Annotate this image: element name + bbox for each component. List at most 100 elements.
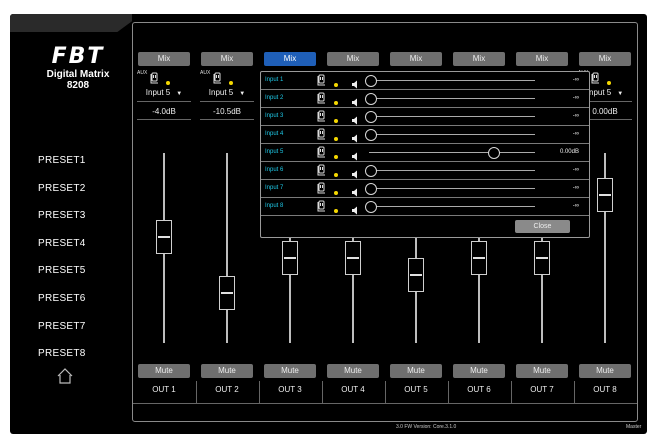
signal-indicator: [334, 83, 338, 87]
preset-item[interactable]: PRESET2: [38, 183, 86, 194]
channel-strip: Mix AUX Input 5 ▼ -4.0dB Mute OUT 1: [133, 23, 195, 421]
preset-item[interactable]: PRESET8: [38, 348, 86, 359]
fader-handle[interactable]: [345, 240, 361, 275]
channel-divider: [137, 119, 191, 120]
output-label: OUT 2: [215, 385, 239, 394]
input-name: Input 6: [265, 167, 284, 173]
plug-icon: [316, 200, 328, 219]
mix-input-row: Input 4 -∞: [261, 126, 589, 144]
fader-handle[interactable]: [156, 219, 172, 254]
fader-handle[interactable]: [282, 240, 298, 275]
column-separator: [322, 381, 323, 403]
level-slider-thumb[interactable]: [365, 183, 377, 195]
preset-item[interactable]: PRESET3: [38, 210, 86, 221]
input-name: Input 8: [265, 203, 284, 209]
fader-track: [226, 153, 228, 343]
level-value: -∞: [572, 203, 579, 209]
fader-handle[interactable]: [597, 177, 613, 212]
level-slider-track: [369, 134, 535, 135]
mute-button[interactable]: Mute: [327, 364, 379, 378]
signal-indicator: [334, 137, 338, 141]
chevron-down-icon: ▼: [176, 91, 183, 97]
speaker-icon[interactable]: [351, 202, 359, 220]
home-icon[interactable]: [56, 367, 74, 385]
level-slider-track: [369, 98, 535, 99]
chevron-down-icon: ▼: [239, 91, 246, 97]
mute-button[interactable]: Mute: [516, 364, 568, 378]
column-separator: [259, 381, 260, 403]
level-slider-thumb[interactable]: [365, 75, 377, 87]
input-select[interactable]: Input 5 ▼: [196, 88, 258, 97]
mix-button[interactable]: Mix: [327, 52, 379, 66]
mute-button[interactable]: Mute: [453, 364, 505, 378]
mute-button[interactable]: Mute: [390, 364, 442, 378]
channel-divider: [200, 119, 254, 120]
input-select[interactable]: Input 5 ▼: [133, 88, 195, 97]
signal-indicator: [334, 173, 338, 177]
app-window: FBT Digital Matrix 8208 PRESET1 PRESET2 PR…: [10, 14, 647, 434]
brand-logo-text: FBT: [51, 44, 105, 69]
level-value: -∞: [572, 113, 579, 119]
signal-indicator: [334, 155, 338, 159]
product-model: 8208: [66, 80, 90, 91]
preset-item[interactable]: PRESET5: [38, 265, 86, 276]
output-label: OUT 8: [593, 385, 617, 394]
input-select-value: Input 5: [586, 88, 612, 97]
preset-item[interactable]: PRESET7: [38, 321, 86, 332]
mix-button[interactable]: Mix: [264, 52, 316, 66]
level-slider-track: [369, 80, 535, 81]
level-slider-thumb[interactable]: [365, 165, 377, 177]
mix-button[interactable]: Mix: [201, 52, 253, 66]
level-slider-thumb[interactable]: [365, 93, 377, 105]
preset-item[interactable]: PRESET1: [38, 155, 86, 166]
fader-handle[interactable]: [408, 258, 424, 292]
level-slider-track: [369, 116, 535, 117]
mute-button[interactable]: Mute: [201, 364, 253, 378]
brand-logo: FBT Digital Matrix 8208: [38, 44, 118, 91]
mix-button[interactable]: Mix: [138, 52, 190, 66]
preset-item[interactable]: PRESET4: [38, 238, 86, 249]
fader-handle[interactable]: [219, 275, 235, 310]
aux-label: AUX: [200, 70, 211, 76]
mix-input-row: Input 1 -∞: [261, 72, 589, 90]
input-name: Input 5: [265, 149, 284, 155]
mute-button[interactable]: Mute: [138, 364, 190, 378]
level-slider-track: [369, 188, 535, 189]
aux-label: AUX: [137, 70, 148, 76]
level-slider-thumb[interactable]: [487, 147, 500, 159]
input-select-value: Input 5: [208, 88, 234, 97]
channel-divider: [200, 101, 254, 102]
signal-indicator: [334, 191, 338, 195]
close-button[interactable]: Close: [515, 220, 570, 233]
fader-handle[interactable]: [471, 240, 487, 275]
output-label: OUT 1: [152, 385, 176, 394]
level-slider-thumb[interactable]: [365, 201, 377, 213]
column-separator: [511, 381, 512, 403]
fader-handle[interactable]: [534, 240, 550, 275]
mix-input-row: Input 8 -∞: [261, 198, 589, 216]
output-label: OUT 7: [530, 385, 554, 394]
mute-button[interactable]: Mute: [579, 364, 631, 378]
signal-indicator: [607, 81, 611, 85]
column-separator: [196, 381, 197, 403]
column-separator: [448, 381, 449, 403]
signal-indicator: [334, 119, 338, 123]
signal-indicator: [229, 81, 233, 85]
mix-popup: Input 1 -∞ Input 2 -∞ Input 3 -∞ Input 4 -∞ Inpu…: [260, 71, 590, 238]
level-value: -∞: [572, 185, 579, 191]
mute-button[interactable]: Mute: [264, 364, 316, 378]
output-label: OUT 6: [467, 385, 491, 394]
input-name: Input 7: [265, 185, 284, 191]
output-label: OUT 5: [404, 385, 428, 394]
level-value: 0.00dB: [559, 149, 579, 155]
level-slider-thumb[interactable]: [365, 111, 377, 123]
mix-button[interactable]: Mix: [516, 52, 568, 66]
level-slider-thumb[interactable]: [365, 129, 377, 141]
mix-button[interactable]: Mix: [579, 52, 631, 66]
mix-button[interactable]: Mix: [390, 52, 442, 66]
input-name: Input 1: [265, 77, 284, 83]
mix-button[interactable]: Mix: [453, 52, 505, 66]
preset-item[interactable]: PRESET6: [38, 293, 86, 304]
output-label: OUT 4: [341, 385, 365, 394]
channel-strip: Mix AUX Input 5 ▼ -10.5dB Mute OUT 2: [196, 23, 258, 421]
